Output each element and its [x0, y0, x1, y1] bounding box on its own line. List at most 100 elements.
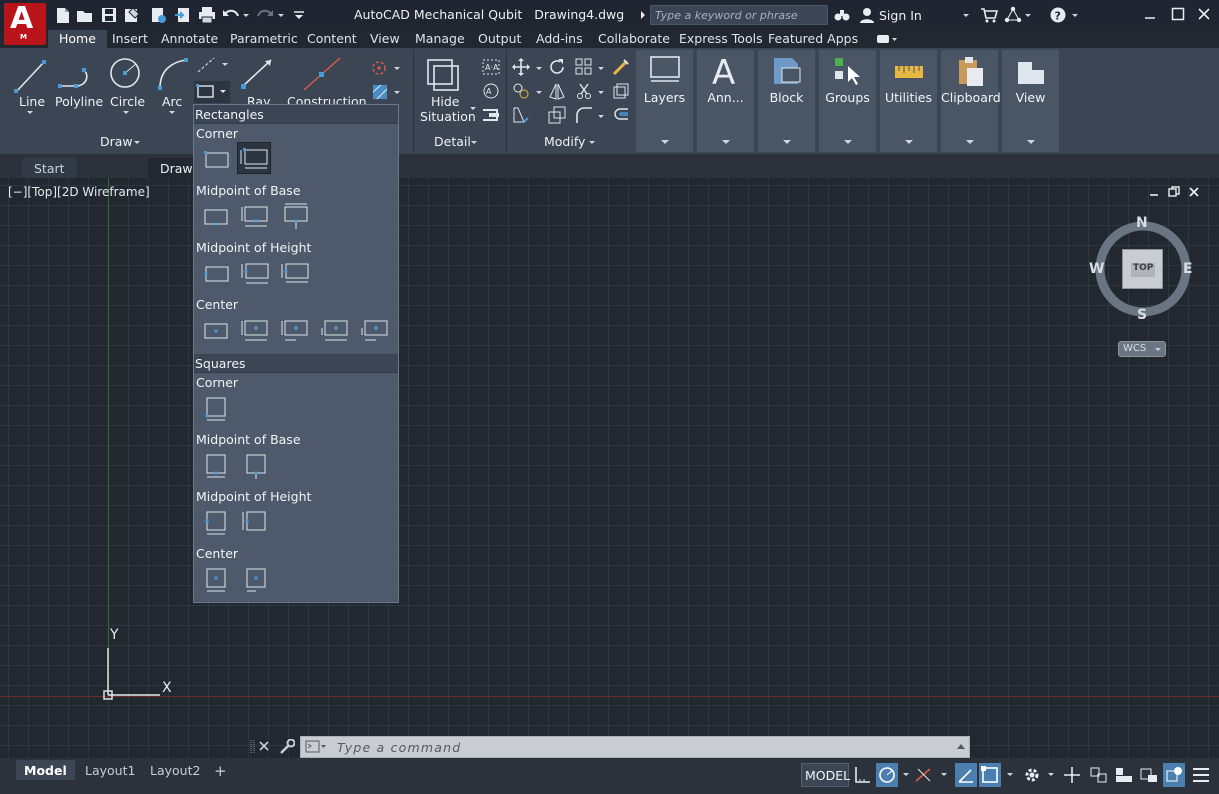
layout-tab-layout1[interactable]: Layout1 — [77, 760, 143, 780]
offset-icon[interactable] — [612, 106, 630, 124]
hide-situation-dropdown-icon[interactable] — [470, 107, 476, 110]
move-icon[interactable] — [512, 58, 530, 76]
tab-featured-apps[interactable]: Featured Apps — [768, 30, 858, 48]
open-icon[interactable] — [76, 6, 94, 24]
customization-menu-icon[interactable] — [1190, 763, 1212, 787]
polyline-label[interactable]: Polyline — [55, 94, 103, 109]
arc-label[interactable]: Arc — [162, 94, 182, 109]
redo-dropdown-icon[interactable] — [278, 14, 284, 17]
rect-corner-icon[interactable] — [199, 144, 233, 176]
object-snap-dropdown-icon[interactable] — [1007, 773, 1013, 776]
square-mid-height-angle-icon[interactable] — [239, 507, 273, 539]
rect-mid-base-icon[interactable] — [199, 201, 233, 233]
annotation-panel[interactable]: A Ann... — [697, 50, 754, 152]
sign-in-button[interactable]: Sign In — [879, 8, 922, 23]
tab-output[interactable]: Output — [478, 30, 521, 48]
tab-home[interactable]: Home — [48, 30, 107, 48]
tab-manage[interactable]: Manage — [415, 30, 465, 48]
text-style-icon[interactable]: A·A — [481, 58, 501, 76]
connect-dropdown-icon[interactable] — [1025, 14, 1031, 17]
undo-icon[interactable] — [222, 6, 240, 24]
command-history-icon[interactable] — [305, 740, 327, 754]
model-space-button[interactable]: MODEL — [801, 763, 850, 787]
compass-west[interactable]: W — [1089, 261, 1104, 277]
isolate-objects-icon[interactable] — [1163, 763, 1185, 787]
ray-icon[interactable] — [239, 56, 275, 92]
spline-dropdown-icon[interactable] — [222, 63, 228, 66]
tab-collaborate[interactable]: Collaborate — [598, 30, 670, 48]
compass-north[interactable]: N — [1136, 215, 1148, 231]
square-mid-height-icon[interactable] — [199, 507, 233, 539]
mirror-icon[interactable] — [548, 82, 566, 100]
settings-dropdown-icon[interactable] — [1048, 773, 1054, 776]
wcs-menu[interactable]: WCS — [1118, 341, 1166, 357]
line-dropdown-icon[interactable] — [27, 111, 33, 114]
rect-center-half-both-icon[interactable] — [359, 315, 393, 347]
command-expand-icon[interactable] — [957, 744, 965, 750]
hide-situation-label-1[interactable]: Hide — [431, 94, 460, 109]
snap-dropdown-icon[interactable] — [903, 773, 909, 776]
line-icon[interactable] — [12, 56, 48, 96]
groups-panel[interactable]: Groups — [819, 50, 876, 152]
detail-panel-expand-icon[interactable] — [471, 141, 477, 144]
file-tab-drawing4[interactable]: Drawing4 — [148, 158, 196, 178]
square-center-half-icon[interactable] — [239, 564, 273, 596]
rect-center-half-height-icon[interactable] — [319, 315, 353, 347]
viewcube-top-face[interactable]: TOP — [1122, 249, 1163, 289]
point-icon[interactable] — [371, 58, 391, 78]
add-layout-button[interactable]: + — [206, 759, 235, 780]
tab-parametric[interactable]: Parametric — [230, 30, 298, 48]
command-input[interactable]: Type a command — [300, 736, 970, 758]
trim-icon[interactable] — [575, 82, 593, 100]
command-grip-icon[interactable] — [250, 739, 256, 755]
grid-snap-icon[interactable] — [851, 763, 873, 787]
object-snap-icon[interactable] — [979, 763, 1001, 787]
match-properties-icon[interactable] — [612, 58, 630, 76]
point-dropdown-icon[interactable] — [394, 67, 400, 70]
detail-panel-title[interactable]: Detail — [434, 134, 471, 149]
application-menu-button[interactable]: A M — [4, 1, 46, 45]
rect-mid-height-dimension-icon[interactable] — [239, 258, 273, 290]
tab-view[interactable]: View — [370, 30, 400, 48]
clipboard-panel[interactable]: Clipboard — [941, 50, 1001, 152]
square-corner-icon[interactable] — [199, 393, 233, 425]
move-dropdown-icon[interactable] — [536, 67, 542, 70]
binoculars-icon[interactable] — [834, 7, 850, 23]
layers-panel[interactable]: Layers — [636, 50, 693, 152]
construction-line-icon[interactable] — [302, 56, 342, 92]
copy-icon[interactable] — [512, 82, 530, 100]
viewport-close-icon[interactable] — [1188, 186, 1200, 198]
open-web-icon[interactable] — [149, 6, 167, 24]
tab-express-tools[interactable]: Express Tools — [679, 30, 763, 48]
connect-icon[interactable] — [1004, 6, 1022, 24]
block-panel[interactable]: Block — [758, 50, 815, 152]
square-center-icon[interactable] — [199, 564, 233, 596]
command-customize-icon[interactable] — [279, 739, 295, 755]
section-view-icon[interactable] — [481, 106, 501, 124]
ribbon-minimize-icon[interactable] — [876, 33, 898, 45]
detail-view-icon[interactable]: A — [481, 82, 501, 100]
settings-gear-icon[interactable] — [1021, 763, 1043, 787]
isometric-dropdown-icon[interactable] — [941, 773, 947, 776]
viewport-minimize-icon[interactable] — [1148, 186, 1160, 198]
viewport-controls[interactable]: [−][Top][2D Wireframe] — [8, 185, 150, 199]
fillet-icon[interactable] — [575, 106, 593, 124]
rotate-icon[interactable] — [548, 58, 566, 76]
plot-icon[interactable] — [198, 6, 216, 24]
save-as-icon[interactable] — [123, 6, 141, 24]
customize-qat-icon[interactable] — [290, 6, 308, 24]
tab-content[interactable]: Content — [307, 30, 357, 48]
polyline-icon[interactable] — [57, 56, 95, 96]
close-window-icon[interactable] — [1196, 6, 1212, 22]
tab-insert[interactable]: Insert — [112, 30, 148, 48]
hide-situation-icon[interactable] — [425, 56, 463, 96]
hatch-icon[interactable] — [371, 82, 391, 102]
maximize-window-icon[interactable] — [1170, 6, 1186, 22]
stretch-icon[interactable] — [512, 106, 530, 124]
copy-dropdown-icon[interactable] — [536, 91, 542, 94]
save-icon[interactable] — [100, 6, 118, 24]
spline-icon[interactable] — [196, 56, 216, 74]
draw-panel-title[interactable]: Draw — [100, 134, 133, 149]
array-dropdown-icon[interactable] — [598, 67, 604, 70]
new-icon[interactable] — [54, 6, 72, 24]
